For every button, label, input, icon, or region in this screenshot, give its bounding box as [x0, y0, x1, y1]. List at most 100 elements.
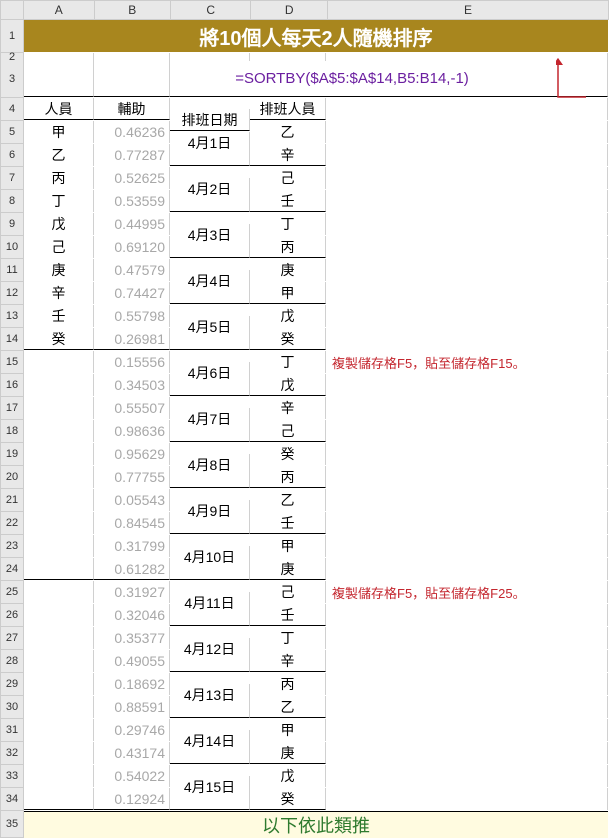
cell-B13[interactable]: 0.55798 — [94, 305, 170, 327]
cell-C32[interactable] — [170, 742, 250, 764]
col-header-E[interactable]: E — [328, 1, 609, 20]
cell-E28[interactable] — [326, 650, 608, 672]
cell-B10[interactable]: 0.69120 — [94, 236, 170, 258]
row-header-6[interactable]: 6 — [1, 144, 24, 167]
row-header-24[interactable]: 24 — [1, 558, 24, 581]
cell-A19[interactable] — [24, 443, 94, 465]
cell-E5[interactable] — [326, 121, 608, 143]
cell-C22[interactable] — [170, 512, 250, 534]
col-header-D[interactable]: D — [251, 1, 327, 20]
row-header-21[interactable]: 21 — [1, 489, 24, 512]
cell-B11[interactable]: 0.47579 — [94, 259, 170, 281]
cell-E32[interactable] — [326, 742, 608, 764]
cell-A34[interactable] — [24, 788, 94, 810]
cell-D32[interactable]: 庚 — [250, 742, 326, 764]
row-header-15[interactable]: 15 — [1, 351, 24, 374]
cell-E31[interactable] — [326, 719, 608, 741]
cell-C8[interactable] — [170, 190, 250, 212]
cell-E34[interactable] — [326, 788, 608, 810]
cell-A16[interactable] — [24, 374, 94, 396]
cell-E6[interactable] — [326, 144, 608, 166]
cell-A18[interactable] — [24, 420, 94, 442]
cell-C10[interactable] — [170, 236, 250, 258]
row-header-30[interactable]: 30 — [1, 696, 24, 719]
cell-B30[interactable]: 0.88591 — [94, 696, 170, 718]
row-header-25[interactable]: 25 — [1, 581, 24, 604]
row-header-14[interactable]: 14 — [1, 328, 24, 351]
cell-B17[interactable]: 0.55507 — [94, 397, 170, 419]
corner-cell[interactable] — [1, 1, 24, 20]
cell-B20[interactable]: 0.77755 — [94, 466, 170, 488]
cell-B21[interactable]: 0.05543 — [94, 489, 170, 511]
cell-B16[interactable]: 0.34503 — [94, 374, 170, 396]
row-header-34[interactable]: 34 — [1, 788, 24, 811]
cell-A30[interactable] — [24, 696, 94, 718]
row-header-32[interactable]: 32 — [1, 742, 24, 765]
row-header-9[interactable]: 9 — [1, 213, 24, 236]
row-header-17[interactable]: 17 — [1, 397, 24, 420]
cell-E11[interactable] — [326, 259, 608, 281]
cell-D26[interactable]: 壬 — [250, 604, 326, 626]
cell-C14[interactable] — [170, 328, 250, 350]
cell-A12[interactable]: 辛 — [24, 282, 94, 304]
cell-D6[interactable]: 辛 — [250, 144, 326, 166]
cell-E16[interactable] — [326, 374, 608, 396]
cell-B7[interactable]: 0.52625 — [94, 167, 170, 189]
cell-B31[interactable]: 0.29746 — [94, 719, 170, 741]
cell-D12[interactable]: 甲 — [250, 282, 326, 304]
cell-C34[interactable] — [170, 788, 250, 810]
cell-A23[interactable] — [24, 535, 94, 557]
cell-A22[interactable] — [24, 512, 94, 534]
cell-C18[interactable] — [170, 420, 250, 442]
cell-A28[interactable] — [24, 650, 94, 672]
row-header-5[interactable]: 5 — [1, 121, 24, 144]
row-header-16[interactable]: 16 — [1, 374, 24, 397]
cell-D23[interactable]: 甲 — [250, 535, 326, 557]
cell-C12[interactable] — [170, 282, 250, 304]
cell-A31[interactable] — [24, 719, 94, 741]
cell-A27[interactable] — [24, 627, 94, 649]
cell-E19[interactable] — [326, 443, 608, 465]
cell-B23[interactable]: 0.31799 — [94, 535, 170, 557]
cell-E9[interactable] — [326, 213, 608, 235]
cell-B5[interactable]: 0.46236 — [94, 121, 170, 143]
cell-E23[interactable] — [326, 535, 608, 557]
cell-D34[interactable]: 癸 — [250, 788, 326, 810]
cell-C20[interactable] — [170, 466, 250, 488]
cell-D25[interactable]: 己 — [250, 581, 326, 603]
row-header-33[interactable]: 33 — [1, 765, 24, 788]
cell-B9[interactable]: 0.44995 — [94, 213, 170, 235]
cell-B28[interactable]: 0.49055 — [94, 650, 170, 672]
cell-D8[interactable]: 壬 — [250, 190, 326, 212]
row-header-12[interactable]: 12 — [1, 282, 24, 305]
row-header-10[interactable]: 10 — [1, 236, 24, 259]
cell-E13[interactable] — [326, 305, 608, 327]
row-header-7[interactable]: 7 — [1, 167, 24, 190]
cell-B34[interactable]: 0.12924 — [94, 788, 170, 810]
cell-A26[interactable] — [24, 604, 94, 626]
col-header-B[interactable]: B — [95, 1, 171, 20]
cell-C16[interactable] — [170, 374, 250, 396]
cell-E7[interactable] — [326, 167, 608, 189]
cell-C24[interactable] — [170, 558, 250, 580]
cell-E21[interactable] — [326, 489, 608, 511]
cell-A15[interactable] — [24, 351, 94, 373]
row-header-4[interactable]: 4 — [1, 98, 24, 121]
cell-B12[interactable]: 0.74427 — [94, 282, 170, 304]
row-header-35[interactable]: 35 — [1, 811, 24, 838]
cell-B33[interactable]: 0.54022 — [94, 765, 170, 787]
cell-B22[interactable]: 0.84545 — [94, 512, 170, 534]
cell-A9[interactable]: 戊 — [24, 213, 94, 235]
cell-E20[interactable] — [326, 466, 608, 488]
cell-D10[interactable]: 丙 — [250, 236, 326, 258]
cell-D24[interactable]: 庚 — [250, 558, 326, 580]
cell-A20[interactable] — [24, 466, 94, 488]
cell-B25[interactable]: 0.31927 — [94, 581, 170, 603]
row-header-8[interactable]: 8 — [1, 190, 24, 213]
cell-E30[interactable] — [326, 696, 608, 718]
col-header-A[interactable]: A — [24, 1, 95, 20]
cell-D29[interactable]: 丙 — [250, 673, 326, 695]
cell-D9[interactable]: 丁 — [250, 213, 326, 235]
row-header-13[interactable]: 13 — [1, 305, 24, 328]
row-header-11[interactable]: 11 — [1, 259, 24, 282]
